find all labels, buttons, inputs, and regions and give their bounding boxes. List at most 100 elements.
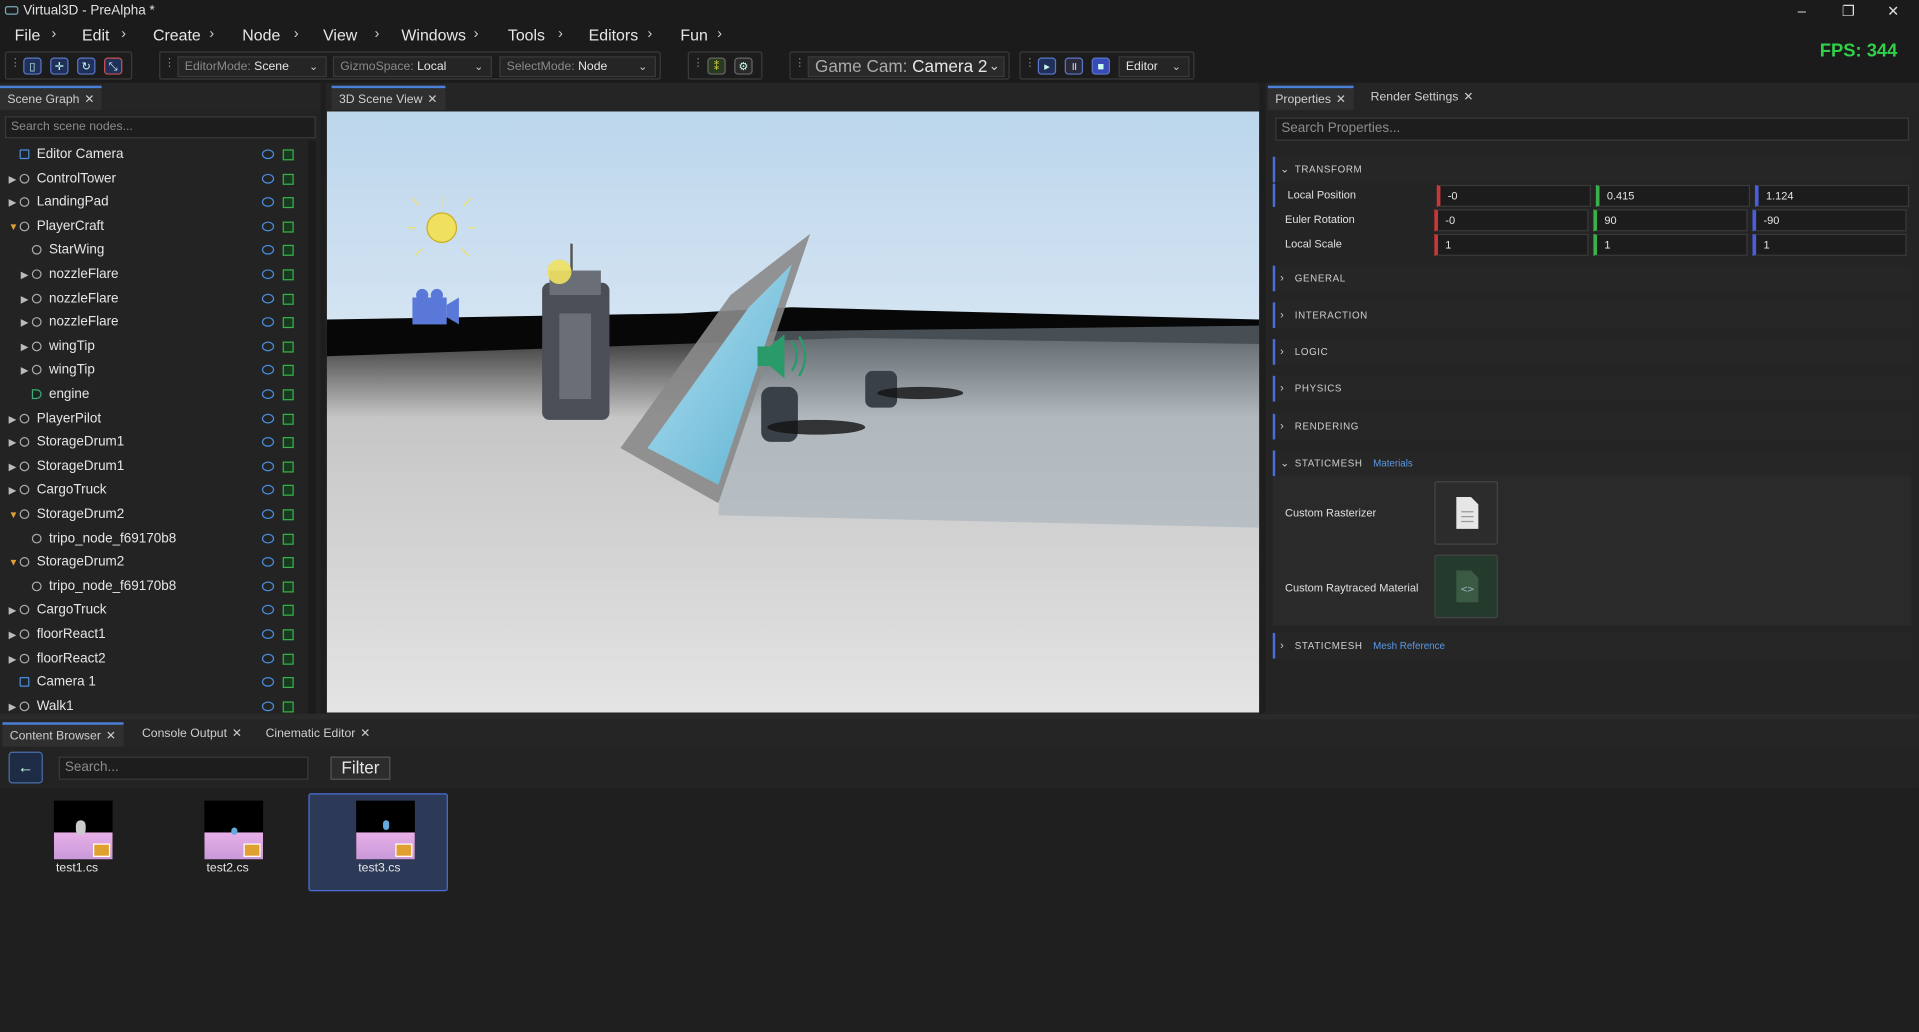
select-tool-icon[interactable]: ▯ [23,57,42,75]
scene-node-row[interactable]: Editor Camera [0,143,301,166]
enabled-toggle[interactable] [282,437,294,449]
enabled-toggle[interactable] [282,269,294,281]
tab-properties[interactable]: Properties ✕ [1267,85,1354,111]
collapsed-arrow-icon[interactable]: ▶ [9,455,17,478]
enabled-toggle[interactable] [282,509,294,521]
visibility-eye-icon[interactable] [261,581,275,592]
visibility-eye-icon[interactable] [261,557,275,568]
menu-tools[interactable]: Tools › [508,24,563,44]
collapsed-arrow-icon[interactable]: ▶ [9,431,17,454]
enabled-toggle[interactable] [282,149,294,161]
tab-render-settings[interactable]: Render Settings ✕ [1363,86,1481,110]
section-rendering[interactable]: › RENDERING [1272,413,1912,440]
visibility-eye-icon[interactable] [261,701,275,712]
select-mode-select[interactable]: SelectMode: Node ⌄ [499,56,656,78]
scene-node-row[interactable]: ▶ nozzleFlare [0,263,301,286]
enabled-toggle[interactable] [282,197,294,209]
visibility-eye-icon[interactable] [261,629,275,640]
rasterizer-slot[interactable] [1434,481,1498,545]
scene-node-row[interactable]: ▶ floorReact1 [0,623,301,646]
section-staticmesh-mesh-reference[interactable]: › STATICMESH Mesh Reference [1272,632,1912,659]
drag-handle-icon[interactable]: ⋮ [164,57,175,75]
scene-node-row[interactable]: Camera 1 [0,671,301,694]
expanded-arrow-icon[interactable]: ▼ [9,551,19,574]
tab-3d-scene-view[interactable]: 3D Scene View ✕ [331,85,445,111]
section-interaction[interactable]: › INTERACTION [1272,302,1912,329]
z-field[interactable]: 1.124 [1754,184,1910,207]
rotate-tool-icon[interactable]: ↻ [77,57,96,75]
asset-item-selected[interactable]: test3.cs [308,793,448,892]
enabled-toggle[interactable] [282,389,294,401]
scene-node-row[interactable]: ▶ CargoTruck [0,479,301,502]
visibility-eye-icon[interactable] [261,365,275,376]
visibility-eye-icon[interactable] [261,413,275,424]
visibility-eye-icon[interactable] [261,197,275,208]
z-field[interactable]: 1 [1752,233,1907,256]
enabled-toggle[interactable] [282,677,294,689]
enabled-toggle[interactable] [282,317,294,329]
visibility-eye-icon[interactable] [261,533,275,544]
scene-node-row[interactable]: ▶ CargoTruck [0,599,301,622]
section-general[interactable]: › GENERAL [1272,265,1912,292]
drag-handle-icon[interactable]: ⋮ [794,57,805,75]
scene-search-input[interactable]: Search scene nodes... [4,116,316,139]
enabled-toggle[interactable] [282,701,294,713]
content-search-input[interactable]: Search... [58,756,309,780]
visibility-eye-icon[interactable] [261,245,275,256]
visibility-eye-icon[interactable] [261,341,275,352]
enabled-toggle[interactable] [282,557,294,569]
collapsed-arrow-icon[interactable]: ▶ [9,479,17,502]
x-field[interactable]: -0 [1434,209,1589,232]
minimize-button[interactable]: – [1798,0,1806,22]
visibility-eye-icon[interactable] [261,509,275,520]
scene-node-row[interactable]: ▼ StorageDrum2 [0,503,301,526]
collapsed-arrow-icon[interactable]: ▶ [21,263,29,286]
x-field[interactable]: 1 [1434,233,1589,256]
visibility-eye-icon[interactable] [261,293,275,304]
tab-console-output[interactable]: Console Output ✕ [135,722,250,746]
enabled-toggle[interactable] [282,245,294,257]
scale-tool-icon[interactable]: ⤡ [104,57,123,75]
scene-graph-scrollbar[interactable] [308,140,316,714]
scene-node-row[interactable]: tripo_node_f69170b8 [0,527,301,550]
enabled-toggle[interactable] [282,413,294,425]
asset-item[interactable]: test2.cs [158,795,298,893]
menu-view[interactable]: View › [323,24,379,44]
section-physics[interactable]: › PHYSICS [1272,375,1912,402]
y-field[interactable]: 1 [1593,233,1748,256]
menu-windows[interactable]: Windows › [401,24,478,44]
scene-node-row[interactable]: StarWing [0,239,301,262]
viewport-render[interactable] [326,111,1260,713]
enabled-toggle[interactable] [282,653,294,665]
visibility-eye-icon[interactable] [261,437,275,448]
collapsed-arrow-icon[interactable]: ▶ [9,407,17,430]
scene-node-row[interactable]: ▶ PlayerPilot [0,407,301,430]
scene-node-row[interactable]: ▼ PlayerCraft [0,215,301,238]
close-icon[interactable]: ✕ [84,93,94,106]
close-icon[interactable]: ✕ [1463,91,1473,104]
expanded-arrow-icon[interactable]: ▼ [9,215,19,238]
play-mode-select[interactable]: Editor ⌄ [1118,56,1190,78]
scene-node-row[interactable]: ▶ wingTip [0,335,301,358]
enabled-toggle[interactable] [282,485,294,497]
visibility-eye-icon[interactable] [261,269,275,280]
collapsed-arrow-icon[interactable]: ▶ [9,191,17,214]
scene-node-row[interactable]: ▶ nozzleFlare [0,287,301,310]
enabled-toggle[interactable] [282,221,294,233]
stop-icon[interactable]: ■ [1091,57,1110,75]
drag-handle-icon[interactable]: ⋮ [1024,57,1035,75]
maximize-button[interactable]: ❐ [1842,0,1855,22]
y-field[interactable]: 0.415 [1595,184,1751,207]
scene-node-row[interactable]: ▶ StorageDrum1 [0,455,301,478]
properties-search-input[interactable]: Search Properties... [1275,117,1910,141]
raytraced-material-slot[interactable]: <> [1434,554,1498,619]
scene-node-row[interactable]: ▼ StorageDrum2 [0,551,301,574]
close-button[interactable]: ✕ [1887,0,1899,22]
menu-fun[interactable]: Fun › [680,24,722,44]
game-cam-select[interactable]: Game Cam: Camera 2 ⌄ [807,56,1005,78]
section-transform[interactable]: ⌄ TRANSFORM [1272,156,1912,183]
visibility-eye-icon[interactable] [261,461,275,472]
visibility-eye-icon[interactable] [261,389,275,400]
close-icon[interactable]: ✕ [427,93,437,106]
collapsed-arrow-icon[interactable]: ▶ [9,647,17,670]
